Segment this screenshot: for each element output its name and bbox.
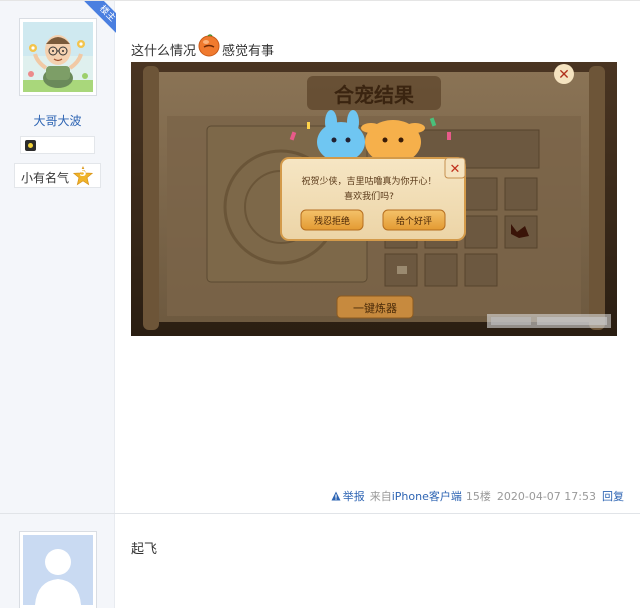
orange-face-emoji-icon xyxy=(198,34,220,57)
game-praise-button: 给个好评 xyxy=(396,215,432,227)
post-text: 这什么情况 感觉有事 xyxy=(131,34,275,61)
username-link[interactable]: 大哥大波 xyxy=(0,112,115,129)
post-screenshot-image[interactable]: 合宠结果 ✕ 一键炼器 祝贺少侠，吉里咕噜真为你开心！ 喜欢我们吗? 残忍拒绝 … xyxy=(131,62,617,336)
floor-number: 15楼 xyxy=(465,490,491,503)
game-title: 合宠结果 xyxy=(334,83,414,107)
reply-link[interactable]: 回复 xyxy=(602,488,624,504)
honor-badge[interactable] xyxy=(20,136,95,154)
source-prefix: 来自 xyxy=(369,490,392,503)
report-link[interactable]: 举报 xyxy=(331,488,365,504)
post-text-2: 起飞 xyxy=(131,542,158,557)
default-user-avatar-icon xyxy=(23,535,93,605)
post-meta: 举报 来自iPhone客户端 15楼 2020-04-07 17:53 回复 xyxy=(331,488,624,504)
svg-text:✕: ✕ xyxy=(450,162,461,177)
game-bottom-button: 一键炼器 xyxy=(353,301,397,315)
avatar-default[interactable] xyxy=(19,531,97,608)
post-text-part1: 这什么情况 xyxy=(131,43,197,59)
report-warning-icon xyxy=(331,491,341,501)
post-content-2: 起飞 xyxy=(116,514,640,608)
game-reject-button: 残忍拒绝 xyxy=(314,215,350,227)
member-icon xyxy=(25,140,36,151)
post-time: 2020-04-07 17:53 xyxy=(496,489,596,503)
level-number: 5 xyxy=(79,168,87,179)
post-reply-next: 起飞 xyxy=(0,513,640,608)
post-content: 这什么情况 感觉有事 合宠结果 ✕ 一键炼器 祝贺少侠，吉里咕噜真为你开心！ 喜… xyxy=(116,1,640,513)
user-level[interactable]: 小有名气 5 xyxy=(14,163,101,188)
game-dialog-message: 祝贺少侠，吉里咕噜真为你开心！ xyxy=(301,175,436,187)
owner-badge: 楼主 xyxy=(84,1,116,33)
user-sidebar-2 xyxy=(0,514,115,608)
cartoon-avatar-image xyxy=(23,22,93,92)
game-dialog-question: 喜欢我们吗? xyxy=(344,190,394,202)
post-source: 来自iPhone客户端 xyxy=(370,488,462,504)
level-name: 小有名气 xyxy=(21,171,70,185)
source-client-link[interactable]: iPhone客户端 xyxy=(392,490,462,503)
svg-text:✕: ✕ xyxy=(558,67,570,83)
game-screenshot: 合宠结果 ✕ 一键炼器 祝贺少侠，吉里咕噜真为你开心！ 喜欢我们吗? 残忍拒绝 … xyxy=(131,62,617,336)
report-label: 举报 xyxy=(342,490,365,503)
post-floor-15: 楼主 大哥大波 小有名气 5 这什么情况 感觉有事 合宠结果 ✕ 一键炼器 祝贺… xyxy=(0,0,640,513)
post-text-part2: 感觉有事 xyxy=(222,43,275,59)
owner-badge-label: 楼主 xyxy=(84,1,116,33)
user-sidebar: 楼主 大哥大波 小有名气 5 xyxy=(0,1,116,513)
